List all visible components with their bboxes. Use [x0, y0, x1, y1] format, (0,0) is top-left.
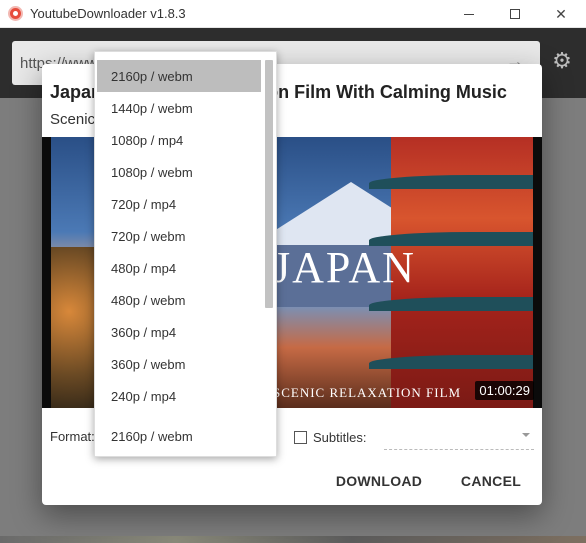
app-logo-icon [8, 6, 23, 21]
maximize-button[interactable] [492, 0, 538, 28]
format-option[interactable]: 720p / webm [95, 220, 263, 252]
download-button[interactable]: DOWNLOAD [336, 469, 422, 493]
subtitles-label: Subtitles: [313, 430, 367, 445]
format-option[interactable]: 480p / mp4 [95, 252, 263, 284]
minimize-button[interactable] [446, 0, 492, 28]
format-option[interactable]: 240p / mp4 [95, 380, 263, 412]
subtitles-checkbox[interactable] [294, 431, 307, 444]
pagoda-roof [369, 175, 533, 189]
pagoda-roof [369, 297, 533, 311]
format-label: Format: [50, 429, 95, 444]
gear-icon[interactable]: ⚙ [551, 50, 573, 72]
dropdown-scrollbar[interactable] [265, 60, 273, 308]
video-list-strip [0, 536, 586, 543]
format-option[interactable]: 1440p / webm [95, 92, 263, 124]
format-option[interactable]: 1080p / mp4 [95, 124, 263, 156]
window-titlebar: YoutubeDownloader v1.8.3 ✕ [0, 0, 586, 28]
cancel-button[interactable]: CANCEL [460, 469, 522, 493]
duration-badge: 01:00:29 [475, 381, 534, 400]
close-icon: ✕ [555, 5, 567, 22]
format-option[interactable]: 2160p / webm [97, 60, 261, 92]
thumbnail-title-text: JAPAN [273, 243, 416, 292]
maximize-icon [510, 9, 520, 19]
thumbnail-subtitle-text: SCENIC RELAXATION FILM [273, 385, 462, 400]
format-option[interactable]: 360p / webm [95, 348, 263, 380]
format-option[interactable]: 360p / mp4 [95, 316, 263, 348]
close-button[interactable]: ✕ [538, 0, 584, 28]
subtitles-select[interactable] [384, 424, 534, 450]
format-option[interactable]: 1080p / webm [95, 156, 263, 188]
window-title: YoutubeDownloader v1.8.3 [30, 6, 186, 21]
minimize-icon [464, 13, 474, 15]
subtitles-toggle[interactable]: Subtitles: [294, 430, 366, 445]
format-option[interactable]: 720p / mp4 [95, 188, 263, 220]
format-dropdown-list: 2160p / webm 1440p / webm 1080p / mp4 10… [94, 51, 277, 457]
format-current-value[interactable]: 2160p / webm [95, 420, 276, 452]
format-option[interactable]: 480p / webm [95, 284, 263, 316]
chevron-down-icon [522, 433, 530, 437]
pagoda-roof [369, 355, 533, 369]
